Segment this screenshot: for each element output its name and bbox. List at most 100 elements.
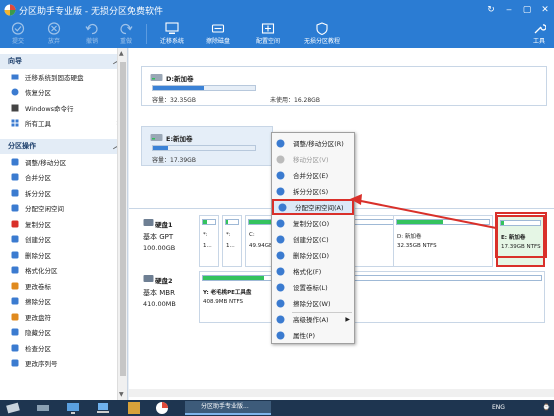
sidebar-item-op[interactable]: 删除分区 xyxy=(0,247,127,263)
partition-size: 408.9MB NTFS xyxy=(203,299,244,305)
partition-label: C: xyxy=(249,232,255,238)
partition-label: *: xyxy=(226,232,231,238)
disk-name: 硬盘2 xyxy=(155,277,173,285)
sidebar-item-op[interactable]: 分配空闲空间 xyxy=(0,201,127,217)
sidebar-item-recover[interactable]: 恢复分区 xyxy=(0,85,127,101)
sidebar-item-op[interactable]: 更改卷标 xyxy=(0,278,127,294)
usage-bar xyxy=(152,85,256,91)
hide-icon xyxy=(11,328,19,336)
partition-card-d[interactable]: D:新加卷 容量：32.35GB 未使用：16.28GB xyxy=(141,66,547,106)
taskbar-task-partition-assistant[interactable]: 分区助手专业版... xyxy=(185,401,271,415)
sidebar-item-all-tools[interactable]: 所有工具› xyxy=(0,116,127,132)
app-logo-icon xyxy=(4,4,16,16)
split-icon xyxy=(11,189,19,197)
maximize-button[interactable]: ▢ xyxy=(518,5,536,15)
minimize-button[interactable]: ‒ xyxy=(500,5,518,15)
sidebar-item-label: 更改盘符 xyxy=(25,313,51,322)
partition-block[interactable]: Y: 老毛桃PE工具盘 408.9MB NTFS xyxy=(199,271,545,323)
usb-drive-icon[interactable] xyxy=(36,401,50,415)
allocate-space-label: 配置空间 xyxy=(255,38,280,45)
context-menu-item[interactable]: 擦除分区(W) xyxy=(272,295,354,311)
start-icon[interactable] xyxy=(6,401,20,415)
sidebar-item-op[interactable]: 更改序列号 xyxy=(0,356,127,372)
computer-icon[interactable] xyxy=(96,401,110,415)
migrate-os-button[interactable]: 迁移系统 xyxy=(154,20,190,48)
partition-block[interactable]: *: 1... xyxy=(199,215,219,267)
sidebar-item-label: 检查分区 xyxy=(25,344,51,353)
context-menu-item[interactable]: 属性(P) xyxy=(272,327,354,343)
merge-icon xyxy=(11,173,19,181)
discard-button[interactable]: 放弃 xyxy=(40,20,68,48)
sidebar-section-wizard[interactable]: 向导 ︿ xyxy=(0,54,127,69)
context-menu: 调整/移动分区(R) 移动分区(V) 合并分区(E) 拆分分区(S) 分配空闲空间(A)… xyxy=(271,132,355,344)
partition-size: 32.35GB NTFS xyxy=(397,243,437,249)
app-pin-icon[interactable] xyxy=(127,401,141,415)
grid-icon xyxy=(11,119,19,127)
usage-bar-fill xyxy=(153,146,169,150)
context-menu-item[interactable]: 删除分区(D) xyxy=(272,247,354,263)
partition-size: 49.94GB xyxy=(249,243,273,249)
wipe-disk-button[interactable]: 擦除磁盘 xyxy=(200,20,236,48)
scroll-down-icon[interactable]: ▼ xyxy=(119,391,124,398)
sidebar-scrollbar[interactable]: ▲ ▼ xyxy=(117,48,127,400)
window-title: 分区助手专业版 - 无损分区免费软件 xyxy=(19,6,163,17)
monitor-icon[interactable] xyxy=(66,401,80,415)
context-menu-item[interactable]: 合并分区(E) xyxy=(272,167,354,183)
undo-button[interactable]: 撤销 xyxy=(78,20,106,48)
sidebar-item-op[interactable]: 格式化分区 xyxy=(0,263,127,279)
context-menu-item[interactable]: 移动分区(V) xyxy=(272,151,354,167)
sidebar-item-op[interactable]: 检查分区 xyxy=(0,340,127,356)
sidebar-item-op[interactable]: 复制分区 xyxy=(0,216,127,232)
main-horizontal-scrollbar[interactable] xyxy=(129,389,554,397)
disk-size: 100.00GB xyxy=(143,244,176,252)
context-menu-item[interactable]: 创建分区(C) xyxy=(272,231,354,247)
sidebar-section-ops[interactable]: 分区操作 ︿ xyxy=(0,139,127,154)
menu-item-label: 高级操作(A) xyxy=(293,316,329,324)
undo-icon xyxy=(85,23,98,35)
partition-name: E:新加卷 xyxy=(166,135,193,143)
partition-block[interactable]: D: 新加卷 32.35GB NTFS xyxy=(393,215,493,267)
clock-icon[interactable]: ⌚ xyxy=(543,400,550,416)
refresh-icon[interactable]: ↻ xyxy=(482,5,500,15)
sidebar-item-op[interactable]: 合并分区 xyxy=(0,170,127,186)
allocate-space-icon xyxy=(261,23,275,34)
commit-button[interactable]: 提交 xyxy=(4,20,32,48)
menu-item-label: 分配空闲空间(A) xyxy=(295,204,344,212)
serial-icon xyxy=(11,359,19,367)
sidebar-item-label: 分配空闲空间 xyxy=(25,205,64,214)
redo-button[interactable]: 重做 xyxy=(112,20,140,48)
tools-button[interactable]: 工具 xyxy=(528,20,550,48)
context-menu-item[interactable]: 调整/移动分区(R) xyxy=(272,135,354,151)
partition-card-e[interactable]: E:新加卷 容量：17.39GB xyxy=(141,126,273,166)
context-menu-item[interactable]: 高级操作(A) ▶ xyxy=(272,311,354,327)
context-menu-item[interactable]: 分配空闲空间(A) xyxy=(272,199,354,215)
sidebar-item-migrate-ssd[interactable]: 迁移系统到固态硬盘 xyxy=(0,69,127,85)
close-button[interactable]: ✕ xyxy=(536,5,554,15)
scrollbar-thumb[interactable] xyxy=(120,62,126,376)
partition-bar-fill xyxy=(203,276,264,280)
scroll-up-icon[interactable]: ▲ xyxy=(119,50,124,57)
sidebar-item-op[interactable]: 擦除分区 xyxy=(0,294,127,310)
sidebar-item-op[interactable]: 拆分分区 xyxy=(0,185,127,201)
sidebar-item-op[interactable]: 更改盘符 xyxy=(0,309,127,325)
partition-block[interactable]: *: 1... xyxy=(222,215,242,267)
language-indicator[interactable]: ENG xyxy=(492,400,505,416)
sidebar-item-cmd[interactable]: Windows命令行 xyxy=(0,100,127,116)
sidebar-item-op[interactable]: 调整/移动分区 xyxy=(0,154,127,170)
task-label: 分区助手专业版... xyxy=(201,403,249,410)
sidebar-item-op[interactable]: 隐藏分区 xyxy=(0,325,127,341)
partition-app-icon[interactable] xyxy=(155,401,169,415)
allocate-space-button[interactable]: 配置空间 xyxy=(250,20,286,48)
context-menu-item[interactable]: 设置卷标(L) xyxy=(272,279,354,295)
tutorial-button[interactable]: 无损分区教程 xyxy=(300,20,344,48)
sidebar-item-label: 更改序列号 xyxy=(25,360,58,369)
sidebar-item-op[interactable]: 创建分区 xyxy=(0,232,127,248)
partition-bar xyxy=(396,219,490,225)
hard-disk-icon xyxy=(143,275,154,282)
create-icon xyxy=(11,235,19,243)
context-menu-item[interactable]: 格式化(F) xyxy=(272,263,354,279)
context-menu-item[interactable]: 拆分分区(S) xyxy=(272,183,354,199)
shield-icon xyxy=(316,22,328,35)
partition-label: Y: 老毛桃PE工具盘 xyxy=(203,290,252,296)
context-menu-item[interactable]: 复制分区(O) xyxy=(272,215,354,231)
